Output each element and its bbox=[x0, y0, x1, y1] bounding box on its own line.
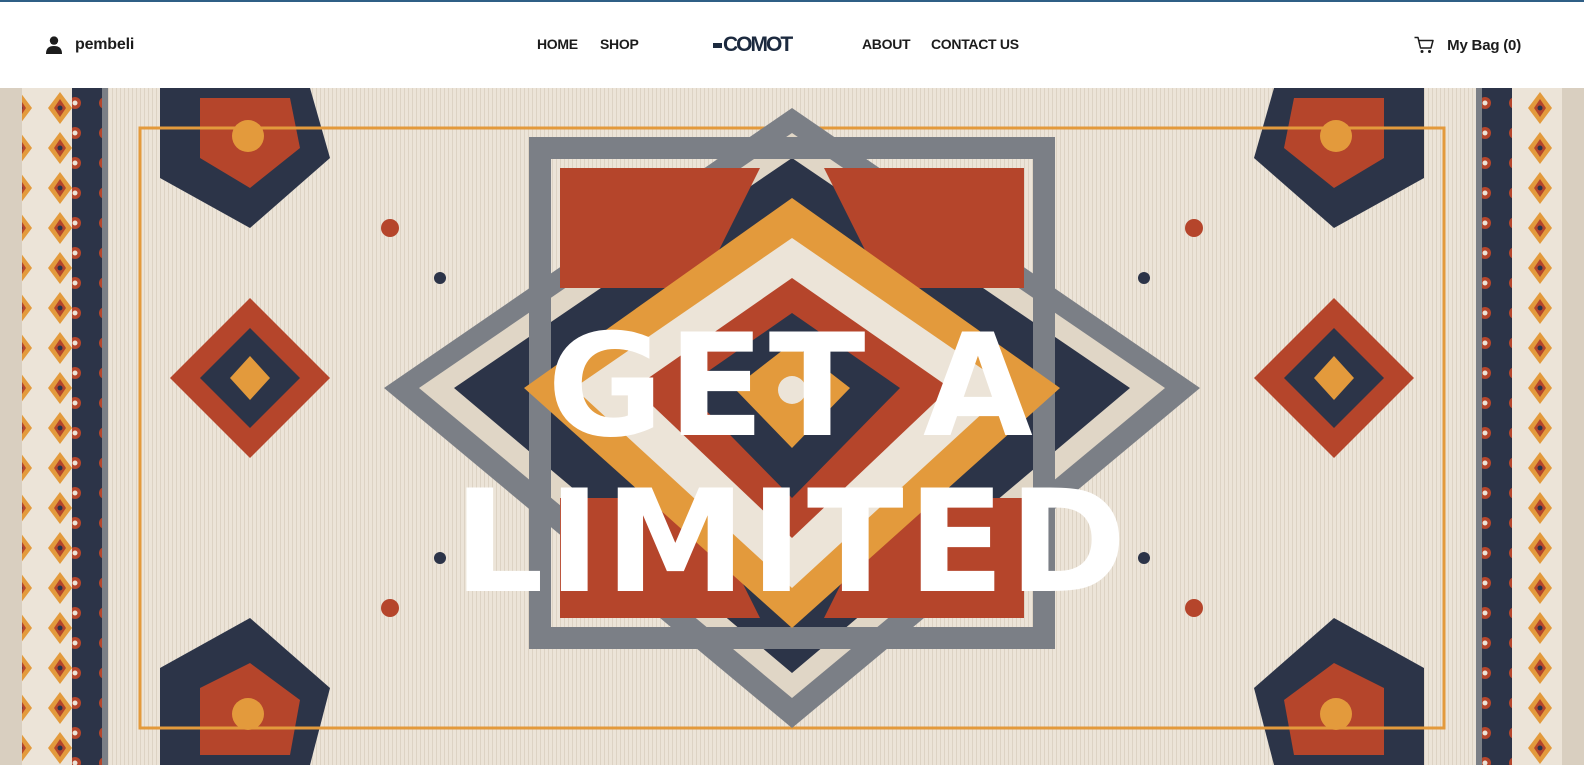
cart-icon bbox=[1414, 36, 1434, 53]
nav-about-link[interactable]: ABOUT bbox=[862, 36, 911, 52]
cart-button[interactable]: My Bag (0) bbox=[1414, 36, 1521, 54]
hero-banner: GET A LIMITED bbox=[0, 88, 1584, 765]
cart-label: My Bag (0) bbox=[1447, 36, 1521, 54]
user-icon bbox=[46, 36, 62, 54]
hero-headline-line-1: GET A bbox=[547, 304, 1037, 469]
nav-contact-link[interactable]: CONTACT US bbox=[931, 36, 1019, 52]
hero-headline-line-2: LIMITED bbox=[453, 460, 1131, 625]
nav-shop-link[interactable]: SHOP bbox=[600, 36, 639, 52]
user-account[interactable]: pembeli bbox=[46, 36, 134, 54]
user-name: pembeli bbox=[75, 36, 135, 53]
site-header: pembeli HOME SHOP COMOT ABOUT CONTACT US… bbox=[0, 2, 1584, 88]
site-logo[interactable]: COMOT bbox=[713, 33, 793, 57]
logo-text: COMOT bbox=[723, 33, 793, 56]
nav-home-link[interactable]: HOME bbox=[537, 36, 578, 52]
logo-mark bbox=[713, 42, 722, 48]
